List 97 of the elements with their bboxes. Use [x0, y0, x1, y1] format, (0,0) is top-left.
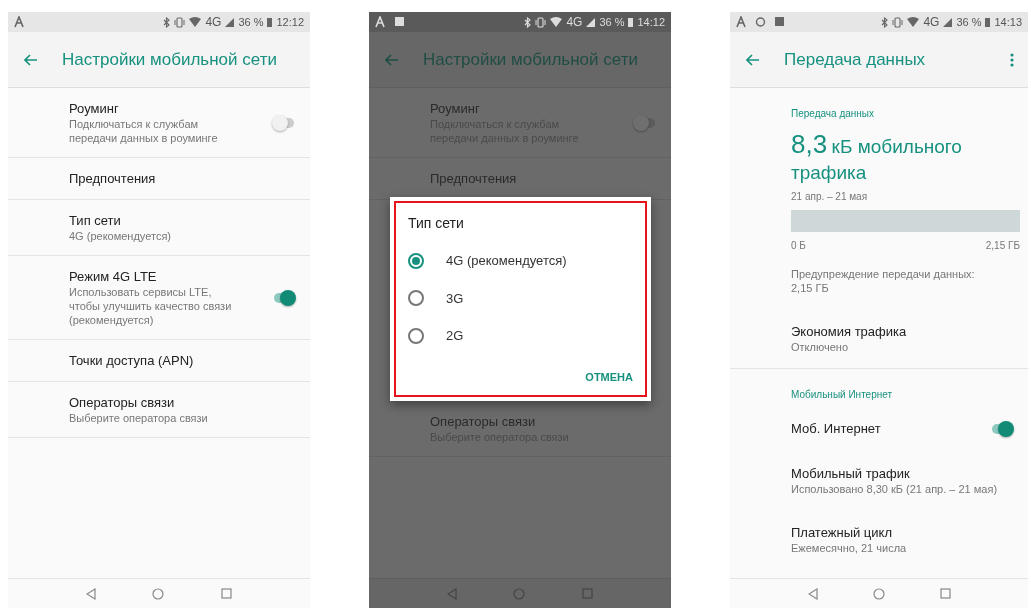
image-icon	[774, 16, 785, 28]
vibrate-icon	[174, 16, 186, 28]
item-title: Платежный цикл	[791, 524, 893, 541]
usage-period: 21 апр. – 21 мая	[791, 190, 869, 204]
battery-percent: 36 %	[956, 14, 982, 30]
bluetooth-icon	[881, 16, 889, 28]
toggle-switch[interactable]	[272, 114, 296, 131]
back-arrow-icon[interactable]	[385, 53, 399, 66]
item-title: Роуминг	[69, 100, 120, 117]
settings-item[interactable]: Мобильный трафик Использовано 8,30 кБ (21 апр. – 21 мая)	[730, 451, 1028, 510]
settings-item[interactable]: Экономия трафика Отключено	[730, 309, 1028, 369]
radio-button[interactable]	[408, 252, 424, 269]
settings-item[interactable]: Операторы связи Выберите оператора связи	[8, 382, 310, 438]
signal-icon	[586, 17, 596, 27]
toggle-switch[interactable]	[272, 289, 296, 306]
vibrate-icon	[535, 16, 547, 28]
home-icon[interactable]	[513, 587, 526, 600]
usage-summary: 8,3 кБ мобильного трафика	[791, 131, 963, 185]
section-header: Передача данных	[790, 107, 875, 121]
signal-icon	[225, 17, 235, 27]
item-subtitle: Использовано 8,30 кБ (21 апр. – 21 мая)	[791, 482, 999, 496]
vibrate-icon	[892, 16, 904, 28]
letter-a-icon	[736, 16, 747, 28]
back-arrow-icon[interactable]	[746, 53, 760, 66]
warning-text: Предупреждение передачи данных: 2,15 ГБ	[790, 267, 976, 296]
recents-icon[interactable]	[939, 588, 951, 599]
toggle-switch[interactable]	[633, 114, 657, 131]
section-header: Мобильный Интернет	[790, 388, 894, 402]
bluetooth-icon	[163, 16, 171, 28]
signal-icon	[943, 17, 953, 27]
battery-icon	[628, 17, 634, 27]
item-title: Моб. Интернет	[791, 420, 882, 437]
wifi-icon	[907, 17, 920, 27]
item-title: Роуминг	[430, 100, 481, 117]
item-subtitle: Использовать сервисы LTE, чтобы улучшить качество связи (рекомендуется)	[69, 285, 233, 327]
item-title: Операторы связи	[430, 413, 537, 430]
settings-item[interactable]: Предпочтения	[8, 158, 310, 200]
screen-title: Передача данных	[784, 48, 927, 71]
clock: 14:13	[994, 14, 1022, 30]
wifi-icon	[550, 17, 563, 27]
network-type: 4G	[923, 14, 940, 31]
item-subtitle: Выберите оператора связи	[69, 411, 209, 425]
recents-icon[interactable]	[220, 588, 232, 599]
option-label: 3G	[446, 289, 464, 308]
item-title: Предпочтения	[430, 170, 518, 187]
network-type: 4G	[566, 14, 583, 31]
clock: 14:12	[637, 14, 665, 30]
item-title: Экономия трафика	[791, 323, 908, 340]
item-title: Точки доступа (APN)	[69, 352, 195, 369]
back-icon[interactable]	[807, 587, 818, 600]
toggle-switch[interactable]	[990, 420, 1014, 437]
screen-title: Настройки мобильной сети	[423, 48, 639, 71]
dialog-title: Тип сети	[408, 214, 465, 233]
item-subtitle: Подключаться к службам передачи данных в роуминге	[69, 117, 219, 145]
settings-item[interactable]: Тип сети 4G (рекомендуется)	[8, 200, 310, 256]
radio-option[interactable]: 3G	[408, 279, 637, 317]
network-type: 4G	[205, 14, 222, 31]
battery-percent: 36 %	[238, 14, 264, 30]
circle-icon	[755, 16, 766, 28]
radio-button[interactable]	[408, 290, 424, 307]
battery-icon	[267, 17, 273, 27]
option-label: 2G	[446, 327, 464, 345]
option-label: 4G (рекомендуется)	[446, 252, 567, 270]
radio-option[interactable]: 4G (рекомендуется)	[408, 242, 637, 280]
bluetooth-icon	[524, 16, 532, 28]
settings-item[interactable]: Режим 4G LTE Использовать сервисы LTE, чтобы улучшить качество связи (рекомендуется)	[8, 256, 310, 340]
item-subtitle: 4G (рекомендуется)	[69, 229, 173, 243]
cancel-button[interactable]: ОТМЕНА	[581, 354, 637, 389]
item-title: Операторы связи	[69, 394, 176, 411]
item-subtitle: Отключено	[791, 340, 849, 354]
settings-item[interactable]: Точки доступа (APN)	[8, 340, 310, 382]
battery-percent: 36 %	[599, 14, 625, 30]
screen-title: Настройки мобильной сети	[62, 48, 278, 71]
wifi-icon	[189, 17, 202, 27]
letter-a-icon	[375, 16, 386, 28]
item-title: Тип сети	[69, 212, 122, 229]
item-title: Режим 4G LTE	[69, 268, 158, 285]
item-title: Предпочтения	[69, 170, 157, 187]
item-subtitle: Ежемесячно, 21 числа	[791, 541, 908, 555]
radio-button[interactable]	[408, 327, 424, 344]
letter-a-icon	[14, 16, 25, 28]
more-menu-icon[interactable]	[1010, 52, 1014, 67]
battery-icon	[985, 17, 991, 27]
back-icon[interactable]	[447, 587, 458, 600]
radio-option[interactable]: 2G	[408, 317, 637, 355]
back-arrow-icon[interactable]	[24, 53, 38, 66]
clock: 12:12	[276, 14, 304, 30]
image-icon	[394, 16, 405, 28]
home-icon[interactable]	[152, 587, 165, 600]
settings-item[interactable]: Платежный цикл Ежемесячно, 21 числа	[730, 510, 1028, 569]
bar-min-label: 0 Б	[791, 239, 806, 253]
home-icon[interactable]	[872, 587, 885, 600]
settings-item[interactable]: Моб. Интернет	[730, 406, 1028, 451]
settings-item[interactable]: Роуминг Подключаться к службам передачи данных в роуминге	[8, 88, 310, 158]
back-icon[interactable]	[86, 587, 97, 600]
bar-max-label: 2,15 ГБ	[985, 239, 1020, 253]
item-title: Мобильный трафик	[791, 465, 911, 482]
